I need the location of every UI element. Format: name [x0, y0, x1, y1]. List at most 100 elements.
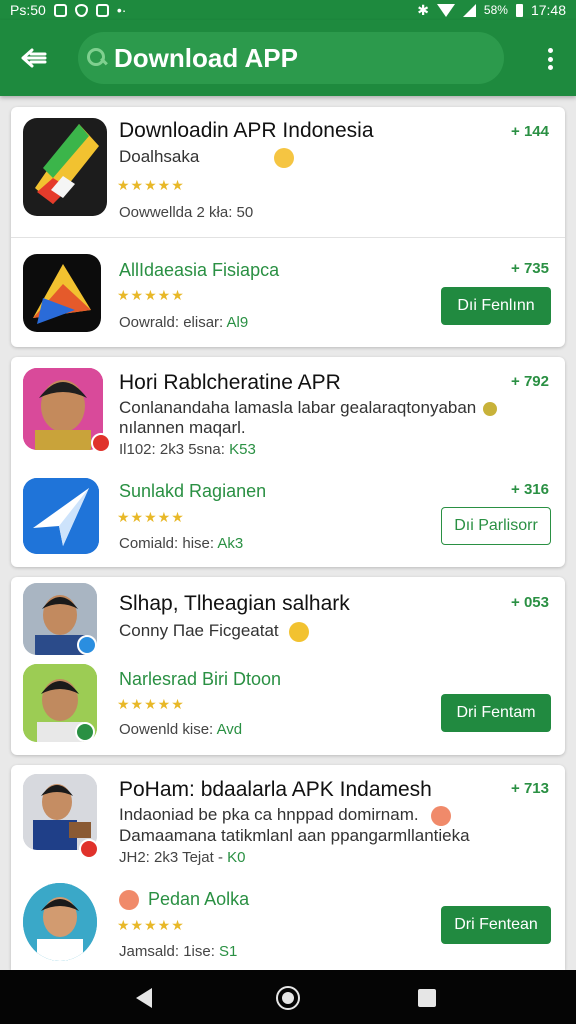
app-card: Hori Rablcheratine APR Conlanandaha lama…: [11, 357, 565, 567]
signal-icon: [462, 3, 476, 17]
download-info: Jamsald: 1ise: S1: [119, 943, 237, 960]
list-item[interactable]: Slhap, Tlheagian salhark Conny Пае Ficge…: [11, 577, 565, 659]
list-item[interactable]: Downloadin APR Indonesia Doalhsaka ★★★★★…: [11, 107, 565, 237]
app-card: PoHam: bdaalarla APK Indamesh Indaoniad …: [11, 765, 565, 970]
app-title[interactable]: AllIdaeasia Fisiapca: [119, 260, 279, 281]
more-vert-icon-dot: [547, 56, 553, 62]
app-title[interactable]: Narlesrad Biri Dtoon: [119, 669, 281, 690]
app-description-line2: Damaamana tatikmlanl aan ppangarmllantie…: [119, 826, 470, 845]
download-info-value: K0: [227, 849, 246, 866]
rating-stars: ★★★★★: [117, 696, 185, 712]
more-vert-icon: [547, 48, 553, 53]
download-info: Oowrald: elisar: Al9: [119, 314, 248, 331]
app-description: Indaoniad be pka ca hnppad domirnam.: [119, 805, 452, 826]
app-bar: Download APP: [0, 20, 576, 96]
download-info-value: S1: [219, 943, 238, 960]
app-title[interactable]: Sunlakd Ragianen: [119, 481, 266, 502]
download-info-value: Ak3: [217, 535, 244, 552]
app-description-line2: nılannen maqarl.: [119, 418, 246, 437]
app-badge-icon: [75, 722, 95, 742]
app-title[interactable]: PoHam: bdaalarla APK Indamesh: [119, 778, 432, 802]
app-icon: [23, 254, 101, 332]
search-query: Download APP: [114, 42, 298, 73]
app-description-text: Indaoniad be pka ca hnppad domirnam.: [119, 805, 419, 824]
app-card: Downloadin APR Indonesia Doalhsaka ★★★★★…: [11, 107, 565, 347]
app-title[interactable]: Pedan Aolka: [119, 889, 250, 911]
face-emoji-icon: [119, 890, 139, 911]
nav-back-icon[interactable]: [136, 988, 152, 1008]
youtube-badge-icon: [91, 433, 111, 453]
download-info-text: Oowenld kise:: [119, 721, 214, 738]
shield-icon: [74, 3, 88, 17]
download-count: + 316: [511, 481, 549, 498]
download-info-text: Oowrald: elisar:: [119, 314, 224, 331]
status-time: 17:48: [530, 2, 566, 18]
back-button[interactable]: [14, 40, 54, 76]
download-button[interactable]: Dri Fentean: [441, 906, 551, 944]
status-bar: Ps:50 •· ✱ 58% 17:48: [0, 0, 576, 20]
download-info: Oowwelldа 2 kłа: 50: [119, 204, 254, 221]
download-count: + 735: [511, 260, 549, 277]
download-info-text: Comiald: hise:: [119, 535, 215, 552]
app-description-text: Conny Пае Ficgeatat: [119, 621, 279, 640]
notification-icon: [53, 3, 67, 17]
nav-recents-icon[interactable]: [418, 989, 436, 1007]
list-item[interactable]: AllIdaeasia Fisiapca ★★★★★ Oowrald: elis…: [11, 238, 565, 347]
download-count: + 713: [511, 780, 549, 797]
download-button[interactable]: Dıi Parlisorr: [441, 507, 551, 545]
status-left-text: Ps:50: [10, 2, 46, 18]
app-description: Doalhsaka: [119, 147, 295, 168]
list-item[interactable]: Narlesrad Biri Dtoon ★★★★★ Oowenld kise:…: [11, 659, 565, 755]
bluetooth-icon: ✱: [417, 1, 429, 18]
download-button[interactable]: Dıi Fenlınn: [441, 287, 551, 325]
download-info: JH2: 2k3 Tejat - K0: [119, 849, 245, 866]
app-badge-icon: [79, 839, 99, 859]
arrow-left-icon: [21, 48, 47, 68]
list-item[interactable]: PoHam: bdaalarla APK Indamesh Indaoniad …: [11, 765, 565, 873]
more-vert-icon-dot: [547, 65, 553, 70]
download-info-text: Jamsald: 1ise:: [119, 943, 215, 960]
list-item[interactable]: Hori Rablcheratine APR Conlanandaha lama…: [11, 357, 565, 467]
face-emoji-icon: [431, 805, 452, 826]
app-description: Conlanandaha lamasla labar gealaraqtonya…: [119, 398, 497, 418]
face-emoji-icon: [483, 401, 497, 416]
wifi-icon: [436, 3, 455, 17]
list-item[interactable]: Sunlakd Ragianen ★★★★★ Comiald: hise: Ak…: [11, 467, 565, 567]
download-count: + 144: [511, 123, 549, 140]
rating-stars: ★★★★★: [117, 917, 185, 933]
app-title-text: Pedan Aolka: [148, 889, 250, 909]
app-title[interactable]: Downloadin APR Indonesia: [119, 119, 374, 143]
download-info-value: K53: [229, 441, 256, 458]
search-box[interactable]: Download APP: [78, 32, 504, 84]
app-title[interactable]: Hori Rablcheratine APR: [119, 371, 341, 395]
download-count: + 792: [511, 373, 549, 390]
verified-badge-icon: [77, 635, 97, 655]
app-description: Conny Пае Ficgeatat: [119, 621, 310, 642]
app-title[interactable]: Slhap, Tlheagian salhark: [119, 592, 350, 616]
app-icon: [23, 118, 107, 216]
rating-stars: ★★★★★: [117, 287, 185, 303]
rating-stars: ★★★★★: [117, 509, 185, 525]
battery-icon: [515, 3, 523, 17]
app-icon: [23, 883, 97, 961]
download-info-value: Avd: [216, 721, 243, 738]
download-info: Oowenld kise: Avd: [119, 721, 242, 738]
app-card: Slhap, Tlheagian salhark Conny Пае Ficge…: [11, 577, 565, 755]
app-description-text: Doalhsaka: [119, 147, 200, 166]
app-icon: [23, 478, 99, 554]
face-emoji-icon: [289, 621, 310, 642]
rating-stars: ★★★★★: [117, 177, 185, 193]
battery-percent: 58%: [483, 3, 508, 17]
more-options-button[interactable]: [536, 44, 564, 74]
download-info-text: Il102: 2k3 5sna:: [119, 441, 225, 458]
list-item[interactable]: Pedan Aolka ★★★★★ Jamsald: 1ise: S1 Dri …: [11, 873, 565, 970]
more-notifications-icon: •·: [116, 2, 127, 18]
smile-emoji-icon: [274, 147, 295, 168]
app-description-text: Conlanandaha lamasla labar gealaraqtonya…: [119, 398, 477, 417]
navigation-bar: [0, 970, 576, 1024]
nav-home-icon[interactable]: [276, 986, 300, 1010]
download-button[interactable]: Dri Fentam: [441, 694, 551, 732]
app-notification-icon: [95, 3, 109, 17]
download-info: Comiald: hise: Ak3: [119, 535, 243, 552]
download-count: + 053: [511, 594, 549, 611]
